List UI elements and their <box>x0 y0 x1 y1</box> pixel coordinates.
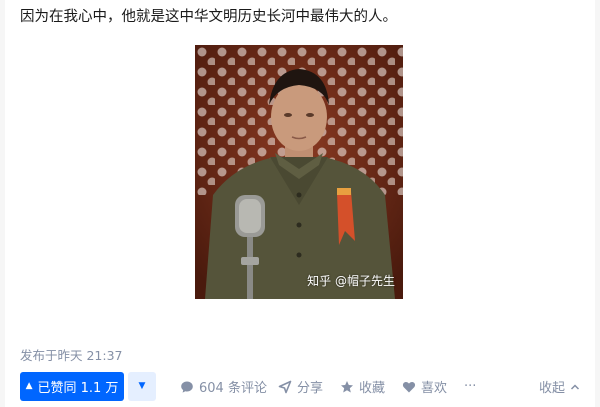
portrait-illustration <box>195 45 403 299</box>
share-icon <box>278 380 292 393</box>
triangle-down-icon: ▼ <box>138 381 146 391</box>
chevron-up-icon <box>570 383 580 390</box>
comments-label: 604 条评论 <box>199 381 267 396</box>
collapse-button[interactable]: 收起 <box>539 372 580 401</box>
star-icon <box>341 380 353 392</box>
action-bar: ▲ 已赞同 1.1 万 ▼ 604 条评论 分享 收藏 喜欢 ··· 收起 <box>20 372 580 401</box>
answer-card: 因为在我心中，他就是这中华文明历史长河中最伟大的人。 知乎 @帽子先生 发布于昨… <box>5 0 595 407</box>
heart-icon <box>402 381 416 392</box>
comment-icon <box>181 381 193 393</box>
answer-text: 因为在我心中，他就是这中华文明历史长河中最伟大的人。 <box>20 9 397 25</box>
publish-time: 发布于昨天 21:37 <box>20 348 123 363</box>
like-button[interactable]: 喜欢 <box>402 372 447 401</box>
collect-button[interactable]: 收藏 <box>340 372 385 401</box>
triangle-up-icon: ▲ <box>25 381 33 391</box>
vote-down-button[interactable]: ▼ <box>128 372 156 401</box>
more-button[interactable]: ··· <box>464 372 476 401</box>
answer-photo[interactable]: 知乎 @帽子先生 <box>195 45 403 299</box>
collect-label: 收藏 <box>359 381 386 396</box>
image-watermark: 知乎 @帽子先生 <box>307 274 395 288</box>
more-icon: ··· <box>464 379 477 394</box>
comments-button[interactable]: 604 条评论 <box>180 372 267 401</box>
share-button[interactable]: 分享 <box>278 372 323 401</box>
vote-up-button[interactable]: ▲ 已赞同 1.1 万 <box>20 372 124 401</box>
collapse-label: 收起 <box>538 381 565 396</box>
like-label: 喜欢 <box>421 381 448 396</box>
share-label: 分享 <box>297 381 324 396</box>
vote-up-label: 已赞同 1.1 万 <box>37 381 119 396</box>
